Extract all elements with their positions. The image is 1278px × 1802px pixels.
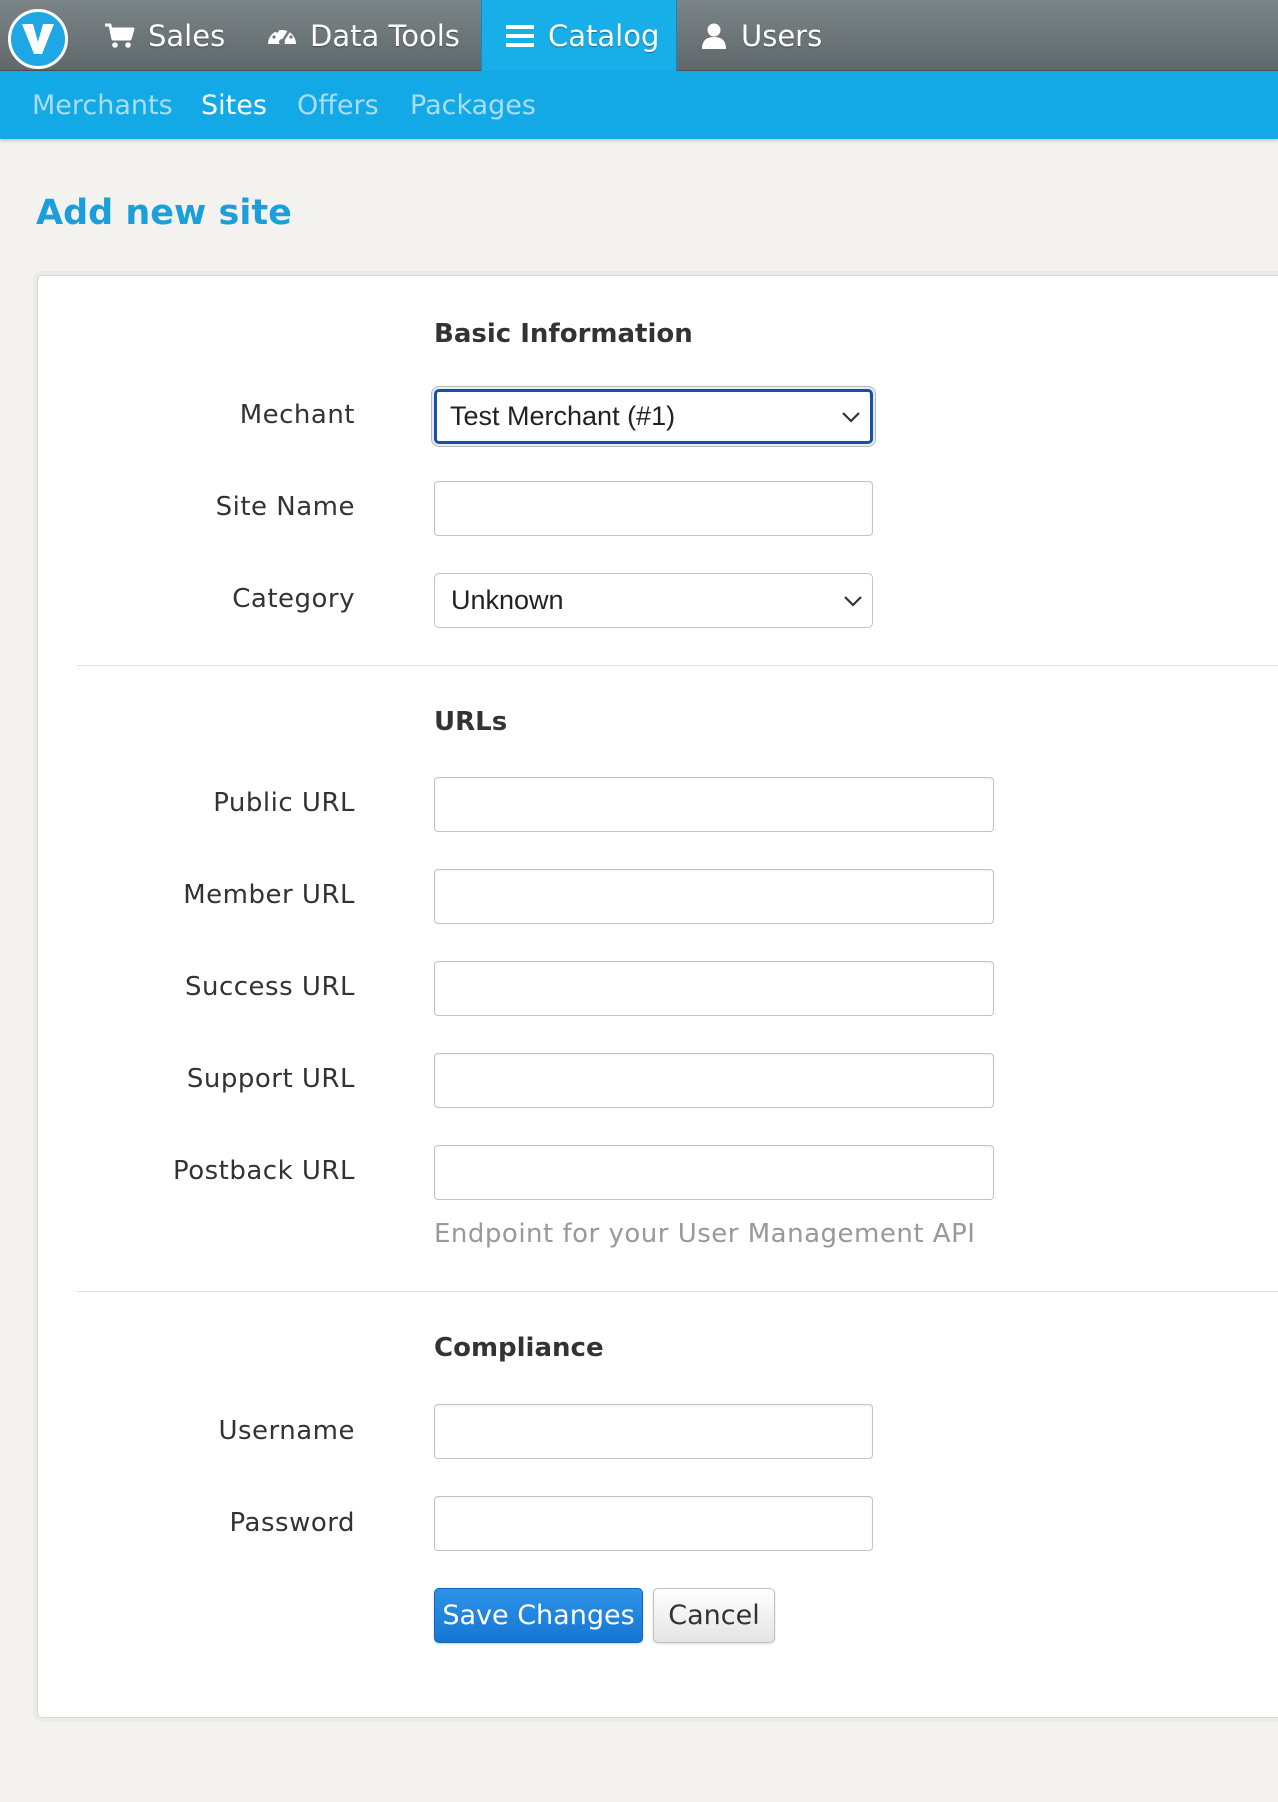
site-form-card: Basic Information Mechant Test Merchant …	[37, 275, 1278, 1718]
member-url-input[interactable]	[434, 869, 994, 924]
nav-catalog-label: Catalog	[548, 18, 660, 53]
dashboard-icon	[268, 25, 296, 45]
success-url-input[interactable]	[434, 961, 994, 1016]
save-changes-button[interactable]: Save Changes	[434, 1588, 643, 1643]
success-url-label: Success URL	[184, 972, 355, 1002]
password-input[interactable]	[434, 1496, 873, 1551]
nav-sales[interactable]: Sales	[104, 0, 225, 71]
subnav-offers[interactable]: Offers	[297, 71, 379, 139]
sub-navbar: Merchants Sites Offers Packages	[0, 71, 1278, 139]
nav-data-tools[interactable]: Data Tools	[266, 0, 460, 71]
merchant-label: Mechant	[239, 400, 355, 430]
site-name-input[interactable]	[434, 481, 873, 536]
cancel-button[interactable]: Cancel	[653, 1588, 775, 1643]
password-label: Password	[229, 1508, 355, 1538]
page-title: Add new site	[36, 193, 292, 233]
username-input[interactable]	[434, 1404, 873, 1459]
postback-url-label: Postback URL	[172, 1156, 355, 1186]
merchant-select[interactable]: Test Merchant (#1)	[434, 389, 873, 444]
member-url-label: Member URL	[183, 880, 355, 910]
section-compliance-title: Compliance	[434, 1333, 604, 1363]
subnav-merchants[interactable]: Merchants	[32, 71, 173, 139]
section-divider	[77, 665, 1278, 666]
category-select[interactable]: Unknown	[434, 573, 873, 628]
nav-catalog[interactable]: Catalog	[481, 0, 677, 71]
logo-v-icon	[22, 24, 54, 54]
nav-data-tools-label: Data Tools	[310, 18, 460, 53]
subnav-sites[interactable]: Sites	[201, 71, 267, 139]
nav-sales-label: Sales	[148, 18, 226, 53]
category-select-value: Unknown	[451, 585, 564, 615]
section-urls-title: URLs	[434, 707, 508, 737]
app-logo[interactable]	[8, 9, 68, 69]
cart-icon	[105, 23, 135, 48]
username-label: Username	[218, 1416, 355, 1446]
public-url-input[interactable]	[434, 777, 994, 832]
section-divider	[77, 1291, 1278, 1292]
postback-url-help: Endpoint for your User Management API	[434, 1219, 976, 1249]
chevron-down-icon	[844, 595, 862, 607]
public-url-label: Public URL	[213, 788, 355, 818]
user-icon	[702, 23, 726, 49]
nav-users-label: Users	[741, 18, 823, 53]
site-name-label: Site Name	[215, 492, 355, 522]
section-basic-title: Basic Information	[434, 319, 693, 349]
support-url-input[interactable]	[434, 1053, 994, 1108]
subnav-packages[interactable]: Packages	[410, 71, 536, 139]
top-navbar: Sales Data Tools Catalog Users	[0, 0, 1278, 71]
list-icon	[506, 24, 534, 47]
merchant-select-value: Test Merchant (#1)	[450, 401, 676, 431]
category-label: Category	[232, 584, 355, 614]
chevron-down-icon	[842, 411, 860, 423]
nav-users[interactable]: Users	[699, 0, 822, 71]
support-url-label: Support URL	[186, 1064, 355, 1094]
postback-url-input[interactable]	[434, 1145, 994, 1200]
